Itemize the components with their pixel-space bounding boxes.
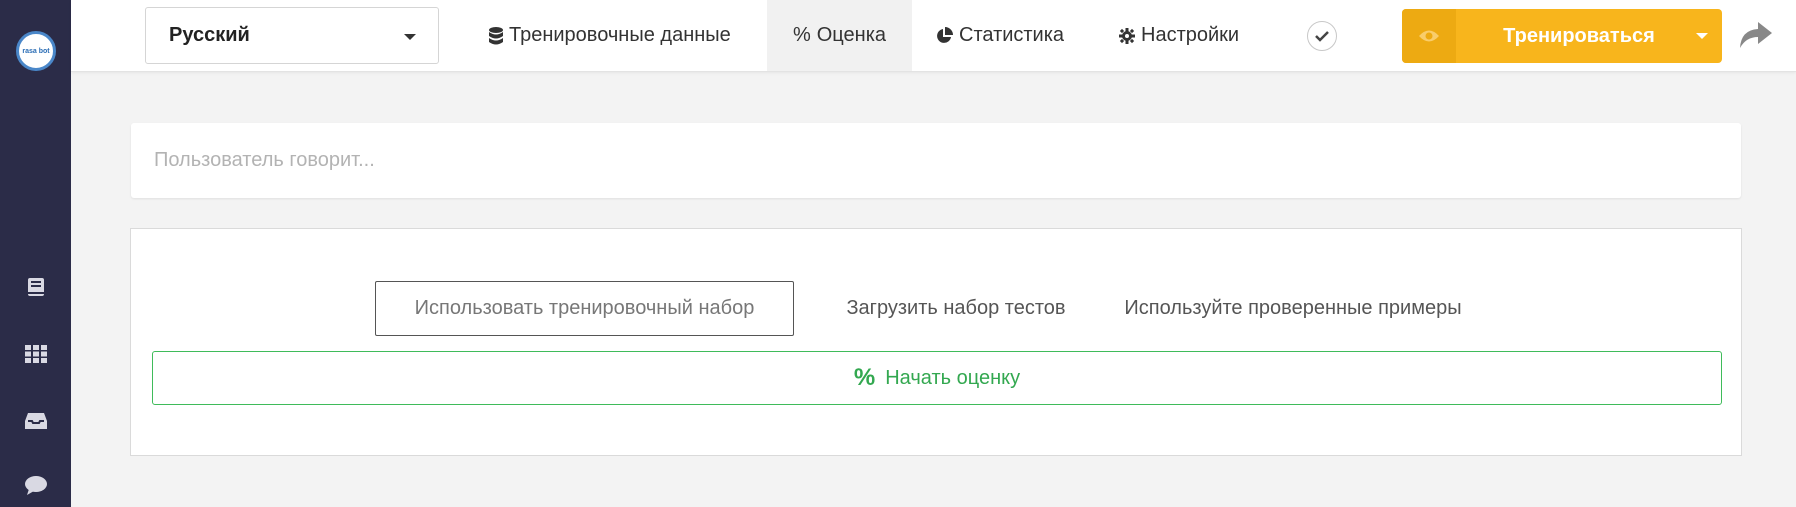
left-sidebar: rasa bot xyxy=(0,0,71,507)
tab-label: Статистика xyxy=(959,24,1065,46)
logo-text: rasa bot xyxy=(22,47,50,55)
pie-chart-icon xyxy=(935,26,953,45)
option-label: Использовать тренировочный набор xyxy=(414,297,755,319)
gear-icon xyxy=(1119,27,1135,44)
percent-icon: % xyxy=(792,24,811,46)
caret-down-icon[interactable] xyxy=(1696,33,1708,39)
train-button-label: Тренироваться xyxy=(1503,24,1655,47)
grid-icon xyxy=(25,345,47,363)
share-icon[interactable] xyxy=(1738,20,1774,50)
language-select[interactable]: Русский xyxy=(145,7,439,64)
inbox-icon xyxy=(25,413,47,429)
evaluation-panel: Использовать тренировочный набор Загрузи… xyxy=(130,228,1742,456)
percent-icon: % xyxy=(853,364,876,391)
sidebar-item-grid[interactable] xyxy=(24,343,48,365)
user-says-input-card xyxy=(131,123,1741,198)
option-upload-test-set[interactable]: Загрузить набор тестов xyxy=(821,281,1091,336)
sidebar-item-book[interactable] xyxy=(24,276,48,298)
option-label: Загрузить набор тестов xyxy=(846,297,1066,319)
checkmark-icon xyxy=(1315,31,1329,42)
start-evaluation-label: Начать оценку xyxy=(885,366,1021,389)
app-logo[interactable]: rasa bot xyxy=(16,31,56,71)
tab-statistics[interactable]: Статистика xyxy=(935,0,1064,71)
user-says-input[interactable] xyxy=(131,123,1741,198)
database-icon xyxy=(489,26,503,45)
top-navbar: Русский Тренировочные данные % Оценка Ст… xyxy=(71,0,1796,72)
sidebar-item-inbox[interactable] xyxy=(24,410,48,432)
tab-label: Тренировочные данные xyxy=(509,24,731,46)
option-label: Используйте проверенные примеры xyxy=(1124,297,1462,319)
chat-bubble-icon xyxy=(25,476,47,495)
caret-down-icon xyxy=(404,34,416,40)
language-select-value: Русский xyxy=(169,24,250,46)
start-evaluation-button[interactable]: % Начать оценку xyxy=(152,351,1722,405)
tab-label: Настройки xyxy=(1141,24,1240,46)
tab-evaluation[interactable]: % Оценка xyxy=(767,0,912,71)
tab-training-data[interactable]: Тренировочные данные xyxy=(489,0,745,71)
tab-label: Оценка xyxy=(816,24,887,46)
book-icon xyxy=(28,278,44,296)
sidebar-item-chat[interactable] xyxy=(24,475,48,497)
tab-settings[interactable]: Настройки xyxy=(1119,0,1239,71)
option-use-training-set[interactable]: Использовать тренировочный набор xyxy=(375,281,794,336)
train-button[interactable]: Тренироваться xyxy=(1402,9,1722,63)
eye-icon xyxy=(1402,9,1456,63)
option-use-verified-examples[interactable]: Используйте проверенные примеры xyxy=(1114,281,1472,336)
status-check-button[interactable] xyxy=(1307,21,1337,51)
